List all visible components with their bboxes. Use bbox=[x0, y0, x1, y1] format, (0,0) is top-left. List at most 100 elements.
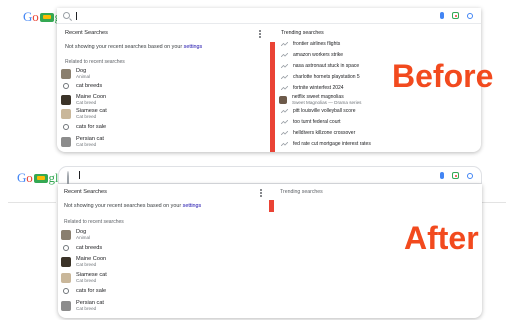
note-text: Not showing your recent searches based o… bbox=[65, 44, 183, 50]
related-item-maine-coon[interactable]: Maine Coon Cat breed bbox=[61, 256, 106, 267]
related-header: Related to recent searches bbox=[64, 219, 124, 225]
divider bbox=[8, 202, 56, 203]
trending-icon bbox=[281, 131, 288, 135]
related-header: Related to recent searches bbox=[65, 59, 125, 65]
related-item-cat-breeds[interactable]: cat breeds bbox=[61, 245, 102, 251]
persian-thumbnail bbox=[61, 300, 71, 311]
trending-item[interactable]: too turnt federal court bbox=[281, 119, 341, 125]
red-highlight-bar bbox=[269, 200, 274, 212]
related-item-cats-for-sale[interactable]: cats for sale bbox=[61, 124, 106, 130]
trending-title: frontier airlines flights bbox=[293, 41, 341, 47]
trending-item[interactable]: fortnite winterfest 2024 bbox=[281, 85, 344, 91]
trending-item[interactable]: amazon workers strike bbox=[281, 52, 343, 58]
microphone-icon[interactable] bbox=[440, 172, 444, 179]
doodle-icon bbox=[39, 12, 54, 22]
related-item-maine-coon[interactable]: Maine Coon Cat breed bbox=[61, 94, 106, 105]
item-subtitle: Animal bbox=[76, 235, 91, 240]
related-item-siamese[interactable]: Siamese cat Cat breed bbox=[61, 272, 107, 283]
logo-g: G bbox=[23, 9, 33, 24]
related-item-dog[interactable]: Dog Animal bbox=[61, 229, 90, 240]
trending-icon bbox=[281, 42, 288, 46]
search-submit-icon[interactable] bbox=[467, 172, 473, 179]
doodle-icon bbox=[33, 173, 48, 183]
sweet-magnolias-thumbnail bbox=[279, 95, 287, 104]
item-subtitle: Cat breed bbox=[76, 262, 97, 267]
more-options-icon[interactable] bbox=[259, 30, 261, 38]
related-item-dog[interactable]: Dog Animal bbox=[61, 68, 90, 79]
item-subtitle: Animal bbox=[76, 74, 91, 79]
trending-icon bbox=[281, 75, 288, 79]
search-submit-icon[interactable] bbox=[467, 12, 473, 19]
trending-title: too turnt federal court bbox=[293, 119, 341, 125]
trending-header: Trending searches bbox=[280, 189, 323, 195]
related-item-persian[interactable]: Persian cat Cat breed bbox=[61, 136, 104, 147]
trending-item[interactable]: fed rate cut mortgage interest rates bbox=[281, 141, 371, 147]
trending-item[interactable]: charlotte hornets playstation 5 bbox=[281, 74, 360, 80]
item-subtitle: Cat breed bbox=[76, 306, 97, 311]
trending-header: Trending searches bbox=[281, 30, 324, 36]
dog-thumbnail bbox=[61, 68, 71, 79]
trending-icon bbox=[281, 53, 288, 57]
trending-icon bbox=[281, 142, 288, 146]
trending-icon bbox=[281, 109, 288, 113]
item-title: cat breeds bbox=[76, 245, 103, 251]
more-options-icon[interactable] bbox=[260, 189, 262, 197]
settings-link[interactable]: settings bbox=[183, 203, 202, 209]
search-icon bbox=[63, 288, 69, 294]
search-bar[interactable] bbox=[57, 8, 481, 24]
search-icon bbox=[63, 245, 69, 251]
red-highlight-bar bbox=[270, 42, 275, 152]
related-item-persian[interactable]: Persian cat Cat breed bbox=[61, 300, 104, 311]
trending-title: charlotte hornets playstation 5 bbox=[293, 74, 360, 80]
search-input[interactable] bbox=[78, 10, 378, 21]
item-title: cat breeds bbox=[76, 83, 103, 89]
note-text: Not showing your recent searches based o… bbox=[64, 203, 182, 209]
logo-g: G bbox=[17, 170, 27, 185]
recent-searches-header: Recent Searches bbox=[65, 30, 108, 36]
trending-title: amazon workers strike bbox=[293, 52, 344, 58]
search-icon bbox=[63, 12, 70, 19]
maine-coon-thumbnail bbox=[61, 94, 71, 105]
trending-icon bbox=[281, 64, 288, 68]
logo-o: o bbox=[26, 170, 33, 185]
settings-link[interactable]: settings bbox=[184, 44, 203, 50]
divider bbox=[478, 202, 506, 203]
item-subtitle: Cat breed bbox=[76, 278, 97, 283]
siamese-thumbnail bbox=[61, 108, 71, 119]
trending-item[interactable]: frontier airlines flights bbox=[281, 41, 340, 47]
trending-item[interactable]: nasa astronaut stuck in space bbox=[281, 63, 359, 69]
trending-title: pitt louisville volleyball score bbox=[293, 108, 356, 114]
text-cursor bbox=[76, 11, 77, 20]
trending-icon bbox=[281, 120, 288, 124]
trending-item[interactable]: pitt louisville volleyball score bbox=[281, 108, 356, 114]
search-icon bbox=[63, 83, 69, 89]
item-title: cats for sale bbox=[76, 124, 107, 130]
trending-item[interactable]: helldivers killzone crossover bbox=[281, 130, 355, 136]
trending-title: fed rate cut mortgage interest rates bbox=[293, 141, 371, 147]
item-title: cats for sale bbox=[76, 288, 107, 294]
search-bar-after[interactable] bbox=[58, 166, 482, 190]
google-logo[interactable]: Gogle bbox=[17, 170, 64, 186]
maine-coon-thumbnail bbox=[61, 256, 71, 267]
search-icon bbox=[63, 124, 69, 130]
after-label: After bbox=[404, 220, 479, 256]
persian-thumbnail bbox=[61, 136, 71, 147]
google-lens-icon[interactable] bbox=[452, 12, 459, 19]
item-subtitle: Cat breed bbox=[76, 142, 97, 147]
recent-searches-note: Not showing your recent searches based o… bbox=[65, 44, 202, 50]
logo-o: o bbox=[32, 9, 39, 24]
related-item-siamese[interactable]: Siamese cat Cat breed bbox=[61, 108, 107, 119]
trending-title: nasa astronaut stuck in space bbox=[293, 63, 360, 69]
microphone-icon[interactable] bbox=[440, 12, 444, 19]
related-item-cats-for-sale[interactable]: cats for sale bbox=[61, 288, 106, 294]
trending-item-netflix[interactable]: netflix sweet magnolias Sweet Magnolias —… bbox=[279, 94, 361, 105]
trending-subtitle: Sweet Magnolias — Drama series bbox=[292, 100, 362, 105]
item-subtitle: Cat breed bbox=[76, 100, 97, 105]
item-subtitle: Cat breed bbox=[76, 114, 97, 119]
recent-searches-header: Recent Searches bbox=[64, 189, 107, 195]
dog-thumbnail bbox=[61, 229, 71, 240]
google-lens-icon[interactable] bbox=[452, 172, 459, 179]
before-label: Before bbox=[392, 58, 494, 94]
text-cursor bbox=[79, 171, 80, 179]
related-item-cat-breeds[interactable]: cat breeds bbox=[61, 83, 102, 89]
